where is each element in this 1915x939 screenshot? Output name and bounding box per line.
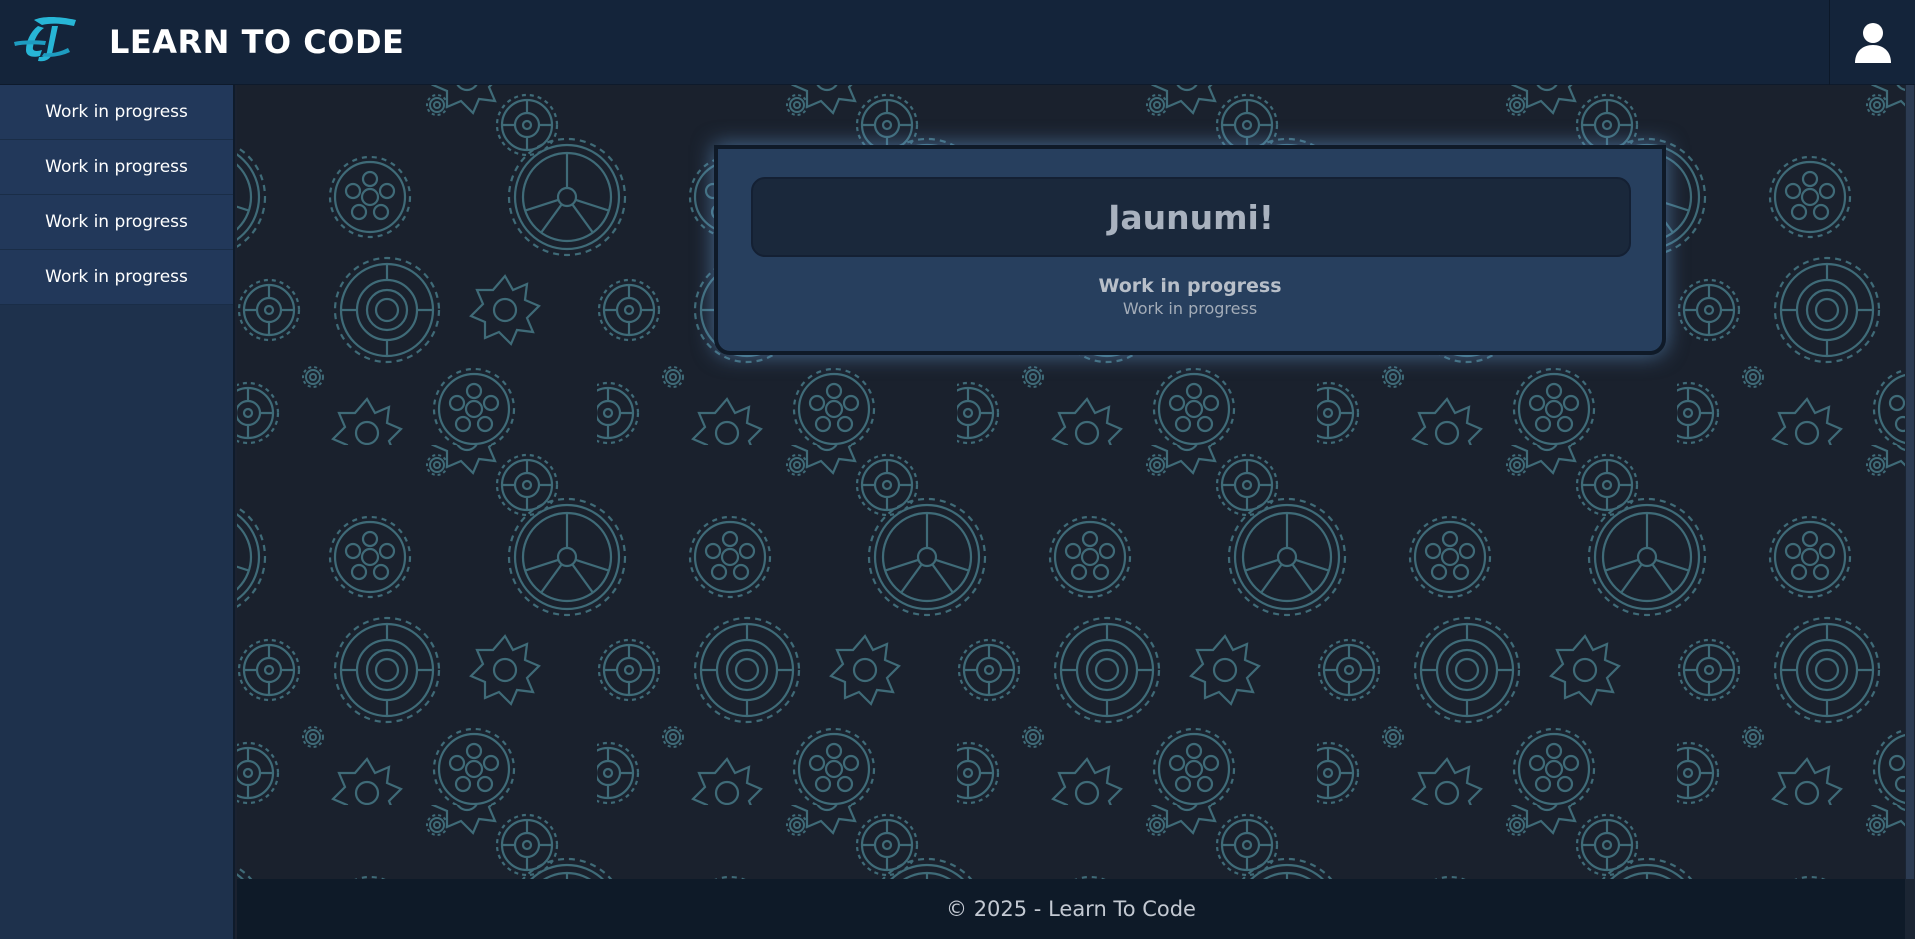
profile-button[interactable] bbox=[1829, 0, 1915, 85]
sidebar-item-2[interactable]: Work in progress bbox=[0, 140, 233, 195]
sidebar-item-3[interactable]: Work in progress bbox=[0, 195, 233, 250]
page-scrollbar[interactable] bbox=[1905, 85, 1915, 939]
user-icon bbox=[1854, 22, 1891, 63]
ltc-logo-icon[interactable] bbox=[12, 14, 80, 66]
news-item-title: Work in progress bbox=[1098, 275, 1282, 297]
footer: © 2025 - Learn To Code bbox=[237, 879, 1905, 939]
sidebar-item-4[interactable]: Work in progress bbox=[0, 250, 233, 305]
main-content: Jaunumi! Work in progress Work in progre… bbox=[237, 85, 1905, 879]
news-item-text: Work in progress bbox=[1122, 299, 1258, 318]
sidebar: Work in progress Work in progress Work i… bbox=[0, 85, 235, 939]
footer-copyright: © 2025 - Learn To Code bbox=[946, 897, 1196, 921]
top-bar: LEARN TO CODE bbox=[0, 0, 1915, 85]
sidebar-item-1[interactable]: Work in progress bbox=[0, 85, 233, 140]
news-card-title: Jaunumi! bbox=[1108, 197, 1274, 237]
app-title[interactable]: LEARN TO CODE bbox=[109, 20, 404, 64]
news-card: Jaunumi! Work in progress Work in progre… bbox=[714, 145, 1666, 355]
scrollbar-thumb[interactable] bbox=[1906, 85, 1914, 879]
news-card-header: Jaunumi! bbox=[751, 177, 1631, 257]
